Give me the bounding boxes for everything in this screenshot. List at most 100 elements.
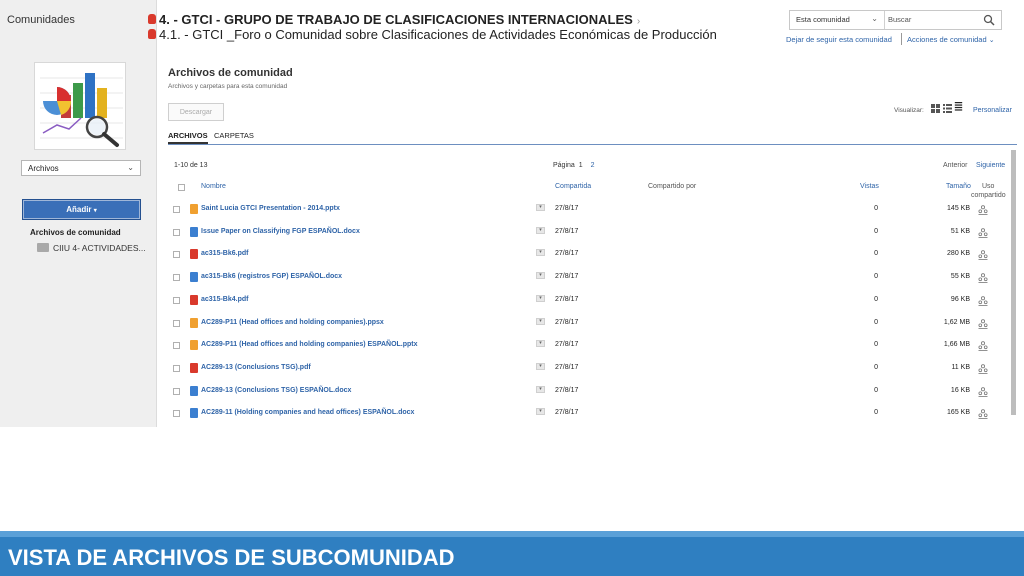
scrollbar[interactable] (1011, 150, 1016, 415)
page-2-link[interactable]: 2 (591, 162, 595, 169)
view-select-value: Archivos (28, 164, 59, 173)
sidebar-folder-item[interactable]: CIIU 4- ACTIVIDADES... (37, 243, 146, 253)
breadcrumb-current: 4.1. - GTCI _Foro o Comunidad sobre Clas… (148, 27, 717, 42)
grid-view-icon[interactable] (931, 104, 940, 113)
table-row[interactable]: ac315-Bk6 (registros FGP) ESPAÑOL.docx ▾ 2… (168, 269, 1009, 291)
tab-files[interactable]: ARCHIVOS (168, 131, 208, 144)
row-checkbox[interactable] (173, 251, 180, 259)
file-date: 27/8/17 (555, 409, 579, 417)
previous-page-link[interactable]: Anterior (943, 162, 968, 169)
column-views[interactable]: Vistas (860, 183, 879, 190)
search-input[interactable]: Buscar (888, 15, 911, 24)
unfollow-community-link[interactable]: Dejar de seguir esta comunidad (786, 35, 892, 44)
file-size: 165 KB (947, 409, 970, 417)
table-row[interactable]: AC289-11 (Holding companies and head off… (168, 405, 1009, 427)
next-page-link[interactable]: Siguiente (976, 162, 1005, 169)
row-menu-button[interactable]: ▾ (536, 294, 545, 302)
view-select-dropdown[interactable]: Archivos ⌄ (21, 160, 141, 176)
tile-view-icon[interactable] (943, 104, 952, 113)
column-usage-line2: compartido (971, 192, 1006, 199)
file-views: 0 (874, 341, 878, 349)
row-checkbox[interactable] (173, 364, 180, 372)
column-shared[interactable]: Compartida (555, 183, 591, 190)
row-menu-button[interactable]: ▾ (536, 408, 545, 416)
row-menu-button[interactable]: ▾ (536, 385, 545, 393)
folder-label: CIIU 4- ACTIVIDADES... (53, 243, 146, 253)
community-logo (34, 62, 126, 150)
shared-users-icon[interactable] (978, 273, 988, 283)
table-row[interactable]: AC289-13 (Conclusions TSG) ESPAÑOL.docx ▾… (168, 383, 1009, 405)
subcommunity-icon (148, 29, 156, 39)
shared-users-icon[interactable] (978, 409, 988, 420)
select-all-checkbox[interactable] (178, 184, 185, 191)
scrollbar-thumb[interactable] (1011, 150, 1016, 415)
row-checkbox[interactable] (173, 387, 180, 395)
column-name[interactable]: Nombre (201, 183, 226, 190)
shared-users-icon[interactable] (978, 341, 988, 352)
column-size[interactable]: Tamaño (946, 183, 971, 190)
shared-users-icon[interactable] (978, 364, 988, 374)
row-menu-button[interactable]: ▾ (536, 226, 545, 234)
row-menu-button[interactable]: ▾ (536, 204, 545, 211)
file-date: 27/8/17 (555, 273, 579, 281)
community-actions-menu[interactable]: Acciones de comunidad ⌄ (907, 35, 995, 44)
file-views: 0 (874, 363, 878, 371)
file-name-link[interactable]: ac315-Bk6 (registros FGP) ESPAÑOL.docx (201, 273, 342, 280)
add-button-label: Añadir (66, 205, 92, 214)
row-checkbox[interactable] (173, 274, 180, 282)
file-size: 1,66 MB (943, 341, 970, 349)
search-icon[interactable] (983, 14, 995, 26)
shared-users-icon[interactable] (978, 205, 988, 215)
row-menu-button[interactable]: ▾ (536, 317, 545, 325)
sidebar: Comunidades Archivos ⌄ Añadir ▾ Archivos… (0, 0, 157, 427)
row-menu-button[interactable]: ▾ (536, 362, 545, 370)
file-name-link[interactable]: Saint Lucia GTCI Presentation - 2014.ppt… (201, 205, 340, 212)
file-name-link[interactable]: AC289-11 (Holding companies and head off… (201, 409, 414, 416)
row-menu-button[interactable]: ▾ (536, 249, 545, 257)
add-button[interactable]: Añadir ▾ (22, 199, 141, 220)
row-checkbox[interactable] (173, 319, 180, 327)
table-row[interactable]: ac315-Bk6.pdf ▾ 27/8/17 0 280 KB (168, 246, 1009, 268)
shared-users-icon[interactable] (978, 227, 988, 238)
page-subtitle: Archivos y carpetas para esta comunidad (168, 83, 288, 90)
file-name-link[interactable]: ac315-Bk6.pdf (201, 250, 248, 257)
row-menu-button[interactable]: ▾ (536, 340, 545, 348)
row-checkbox[interactable] (173, 410, 180, 418)
table-row[interactable]: AC289-P11 (Head offices and holding comp… (168, 337, 1009, 359)
file-views: 0 (874, 318, 878, 326)
pdf-file-icon (190, 362, 198, 373)
list-view-icon[interactable] (954, 102, 963, 111)
table-row[interactable]: ac315-Bk4.pdf ▾ 27/8/17 0 96 KB (168, 292, 1009, 314)
row-menu-button[interactable]: ▾ (536, 272, 545, 280)
table-row[interactable]: Issue Paper on Classifying FGP ESPAÑOL.d… (168, 224, 1009, 246)
breadcrumb-parent[interactable]: 4. - GTCI - GRUPO DE TRABAJO DE CLASIFIC… (148, 12, 640, 27)
file-name-link[interactable]: Issue Paper on Classifying FGP ESPAÑOL.d… (201, 228, 360, 235)
pptx-file-icon (190, 317, 198, 328)
search-scope-dropdown[interactable]: Esta comunidad ⌄ (790, 11, 885, 29)
row-checkbox[interactable] (173, 206, 180, 213)
shared-users-icon[interactable] (978, 296, 988, 306)
file-name-link[interactable]: AC289-P11 (Head offices and holding comp… (201, 319, 384, 326)
shared-users-icon[interactable] (978, 250, 988, 261)
charts-logo-image (35, 63, 125, 149)
row-checkbox[interactable] (173, 296, 180, 304)
row-checkbox[interactable] (173, 228, 180, 236)
table-row[interactable]: Saint Lucia GTCI Presentation - 2014.ppt… (168, 201, 1009, 223)
row-checkbox[interactable] (173, 342, 180, 350)
table-row[interactable]: AC289-13 (Conclusions TSG).pdf ▾ 27/8/17 0 1… (168, 360, 1009, 382)
table-row[interactable]: AC289-P11 (Head offices and holding comp… (168, 315, 1009, 337)
file-name-link[interactable]: ac315-Bk4.pdf (201, 296, 248, 303)
docx-file-icon (190, 226, 198, 237)
file-name-link[interactable]: AC289-P11 (Head offices and holding comp… (201, 341, 418, 348)
download-button[interactable]: Descargar (168, 103, 224, 121)
tab-folders[interactable]: CARPETAS (214, 131, 254, 140)
personalize-link[interactable]: Personalizar (973, 107, 1012, 114)
community-files-heading[interactable]: Archivos de comunidad (30, 228, 121, 237)
sidebar-title[interactable]: Comunidades (7, 14, 75, 26)
file-name-link[interactable]: AC289-13 (Conclusions TSG).pdf (201, 364, 311, 371)
shared-users-icon[interactable] (978, 386, 988, 397)
shared-users-icon[interactable] (978, 318, 988, 329)
breadcrumb-current-label: 4.1. - GTCI _Foro o Comunidad sobre Clas… (159, 27, 717, 42)
file-name-link[interactable]: AC289-13 (Conclusions TSG) ESPAÑOL.docx (201, 387, 351, 394)
file-size: 55 KB (950, 273, 970, 281)
